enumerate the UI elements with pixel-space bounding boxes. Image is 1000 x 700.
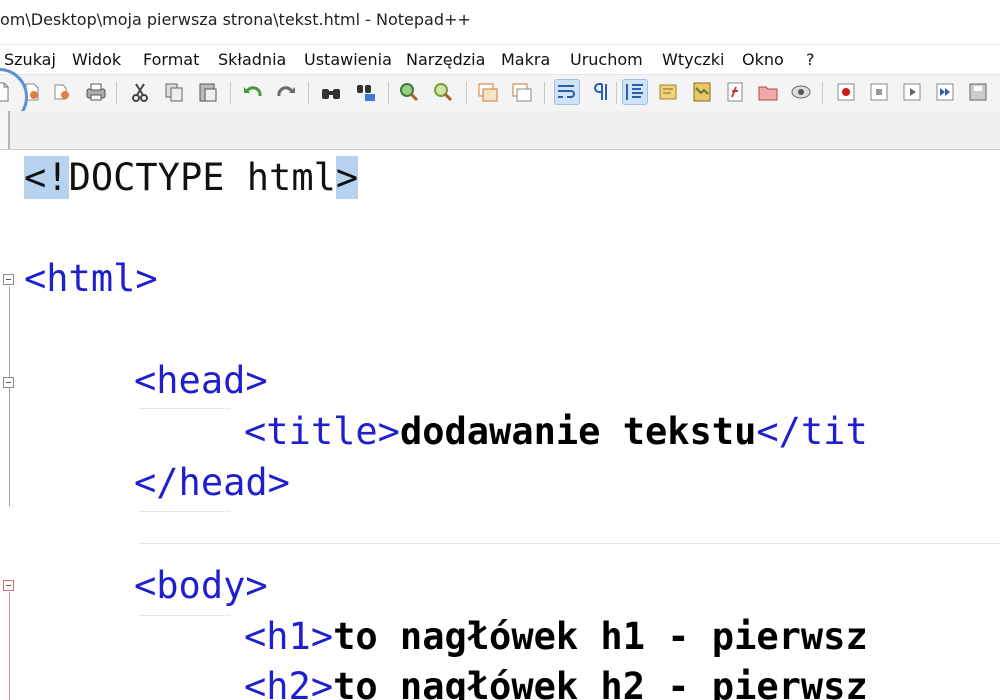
fold-toggle-body[interactable] (3, 580, 14, 591)
code-line-body-open: <body> (134, 564, 268, 607)
redo-icon[interactable] (274, 80, 298, 104)
menu-run[interactable]: Uruchom (570, 50, 643, 69)
h2-text: to nagłówek h2 - pierwsz (333, 665, 868, 700)
indent-guide (140, 543, 1000, 544)
fold-line (9, 286, 10, 506)
window-title: om\Desktop\moja pierwsza strona\tekst.ht… (0, 10, 471, 29)
menu-plugins[interactable]: Wtyczki (662, 50, 724, 69)
tab-edge[interactable] (0, 111, 10, 149)
folder-workspace-icon[interactable] (756, 80, 780, 104)
sync-horizontal-icon[interactable] (510, 80, 534, 104)
title-text: dodawanie tekstu (399, 410, 757, 453)
brace-match-open: <! (24, 156, 69, 199)
play-macro-icon[interactable] (900, 80, 924, 104)
replace-icon[interactable] (354, 80, 378, 104)
fold-line (9, 592, 10, 700)
toolbar (0, 74, 1000, 112)
doctype-text: DOCTYPE html (68, 156, 336, 199)
paste-icon[interactable] (196, 80, 220, 104)
find-icon[interactable] (319, 80, 343, 104)
tab-strip (0, 111, 1000, 150)
indent-guide (140, 615, 230, 616)
zoom-in-icon[interactable] (397, 80, 421, 104)
title-bar: om\Desktop\moja pierwsza strona\tekst.ht… (0, 0, 1000, 45)
menu-bar: Szukaj Widok Format Składnia Ustawienia … (0, 46, 1000, 74)
sync-vertical-icon[interactable] (476, 80, 500, 104)
indent-guide (140, 511, 230, 512)
show-all-chars-icon[interactable] (588, 80, 612, 104)
monitoring-icon[interactable] (789, 80, 813, 104)
run-macro-multiple-icon[interactable] (933, 80, 957, 104)
print-icon[interactable] (84, 80, 108, 104)
function-list-icon[interactable] (723, 80, 747, 104)
editor[interactable]: <!DOCTYPE html> <html> <head> <title>dod… (0, 150, 1000, 700)
code-line-h1: <h1>to nagłówek h1 - pierwsz (244, 611, 868, 663)
code-line-head-close: </head> (134, 461, 290, 504)
record-macro-icon[interactable] (834, 80, 858, 104)
code-line-head-open: <head> (134, 359, 268, 402)
h1-open-tag: <h1> (244, 615, 334, 658)
zoom-out-icon[interactable] (431, 80, 455, 104)
title-close-tag: </tit (756, 410, 868, 453)
word-wrap-icon[interactable] (554, 79, 580, 105)
menu-format[interactable]: Format (143, 50, 199, 69)
undo-icon[interactable] (241, 80, 265, 104)
doc-map-icon[interactable] (690, 80, 714, 104)
h2-open-tag: <h2> (244, 665, 334, 700)
menu-search[interactable]: Szukaj (4, 50, 56, 69)
fold-toggle-head[interactable] (3, 377, 14, 388)
indent-guide-icon[interactable] (622, 79, 648, 105)
code-line-h2: <h2>to nagłówek h2 - pierwsz (244, 661, 868, 700)
title-open-tag: <title> (244, 410, 400, 453)
menu-help[interactable]: ? (806, 50, 815, 69)
h1-text: to nagłówek h1 - pierwsz (333, 615, 868, 658)
save-macro-icon[interactable] (966, 80, 990, 104)
code-line-1: <!DOCTYPE html> (24, 152, 359, 204)
udl-icon[interactable] (656, 80, 680, 104)
save-icon[interactable] (50, 80, 74, 104)
fold-margin (0, 150, 20, 700)
menu-tools[interactable]: Narzędzia (406, 50, 485, 69)
cut-icon[interactable] (128, 80, 152, 104)
code-line-title: <title>dodawanie tekstu</tit (244, 406, 868, 458)
menu-macro[interactable]: Makra (501, 50, 550, 69)
code-line-html: <html> (24, 257, 158, 300)
stop-macro-icon[interactable] (867, 80, 891, 104)
indent-guide (140, 408, 230, 409)
fold-toggle-html[interactable] (3, 274, 14, 285)
menu-window[interactable]: Okno (742, 50, 784, 69)
brace-match-close: > (335, 156, 359, 199)
menu-settings[interactable]: Ustawienia (304, 50, 392, 69)
copy-icon[interactable] (162, 80, 186, 104)
menu-view[interactable]: Widok (72, 50, 121, 69)
menu-language[interactable]: Składnia (218, 50, 286, 69)
